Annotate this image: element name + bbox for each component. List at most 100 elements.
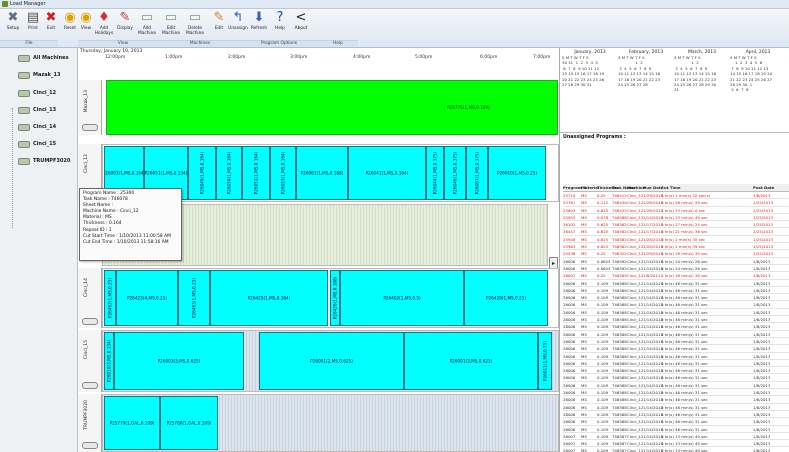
month-calendar[interactable]: February, 2013 S M T W T F S 1 2 3 4 5 6 …: [618, 50, 674, 94]
table-row[interactable]: 26006 MS 0.109 T46588 Cinci_12 1/14/2013 0 hr(…: [563, 396, 789, 404]
table-row[interactable]: 26006 MS 0.109 T46588 Cinci_12 1/14/2013 0 hr(…: [563, 411, 789, 419]
table-row[interactable]: 26006 MS 0.109 T46588 Cinci_12 1/14/2013 0 hr(…: [563, 294, 789, 302]
machine-item[interactable]: TRUMPF3020: [18, 157, 76, 166]
table-cell: 26006: [563, 295, 576, 301]
lane-pin-button[interactable]: [82, 382, 98, 389]
table-cell: 25761: [563, 200, 576, 206]
job-block[interactable]: P26462(1,MS,0.25): [104, 270, 116, 326]
machine-item[interactable]: Cinci_13: [18, 106, 76, 115]
job-block[interactable]: P26053(1,MS,0.164): [270, 146, 296, 200]
table-row[interactable]: 25963 MS 0.625 T46582 Cinci_12 1/28/2013 0 hr(…: [563, 243, 789, 251]
help-button[interactable]: ? Help: [269, 11, 291, 39]
job-label: P26423(4,MS,0.25): [126, 295, 168, 301]
job-block[interactable]: P26067(1,MS,0.375): [466, 146, 488, 200]
job-block[interactable]: P26046(1,MS,0.375): [444, 146, 466, 200]
table-cell: MS: [581, 200, 587, 206]
table-row[interactable]: 26447 MS 0.625 T46582 Cinci_12 1/17/2013 0 hr(…: [563, 228, 789, 236]
machine-item[interactable]: Mazak_13: [18, 71, 76, 80]
table-row[interactable]: 26006 MS 0.109 T46588 Cinci_12 1/14/2013 0 hr(…: [563, 338, 789, 346]
table-row[interactable]: 26006 MS 0.109 T46588 Cinci_12 1/14/2013 0 hr(…: [563, 353, 789, 360]
table-cell: 1/25/2013: [753, 214, 773, 220]
lane-pin-button[interactable]: [82, 442, 98, 449]
job-block[interactable]: P26050(1,MS,0.164): [216, 146, 242, 200]
refresh-button[interactable]: ⬇ Refresh: [248, 11, 270, 39]
table-cell: 1/14/2013: [643, 346, 663, 352]
month-calendar[interactable]: April, 2013 S M T W T F S 1 2 3 4 5 6 7 8…: [730, 50, 786, 94]
job-block[interactable]: P26423(4,MS,0.25): [116, 270, 178, 326]
month-calendar[interactable]: January, 2013 S M T W T F S 30 31 1 2 3 4 …: [562, 50, 618, 94]
table-row[interactable]: 26006 MS 0.109 T46588 Cinci_12 1/14/2013 0 hr(…: [563, 382, 789, 390]
job-block[interactable]: P26003(3,MS,0.625): [114, 332, 244, 390]
table-row[interactable]: 26007 MS 0.25 T46589 Cinci_12 1/8/2013 0 hr(s)…: [563, 272, 789, 280]
table-row[interactable]: 26006 MS 0.109 T46588 Cinci_12 1/14/2013 0 hr(…: [563, 367, 789, 375]
job-block[interactable]: P26010(1,MS,0.25): [488, 146, 546, 200]
table-row[interactable]: 26006 MS 0.109 T46588 Cinci_12 1/14/2013 0 hr(…: [563, 309, 789, 317]
table-row[interactable]: 25953 MS 0.078 T46588 Cinci_12 1/14/2013 0 hr(…: [563, 214, 789, 222]
table-cell: Cinci_12: [627, 236, 644, 242]
table-row[interactable]: 26006 MS 0.109 T46588 Cinci_12 1/14/2013 0 hr(…: [563, 418, 789, 426]
machine-item[interactable]: Cinci_14: [18, 123, 76, 132]
table-row[interactable]: 26006 MS 0.109 T46588 Cinci_12 1/14/2013 0 hr(…: [563, 426, 789, 433]
table-row[interactable]: 26006 MS 0.109 T46588 Cinci_12 1/14/2013 0 hr(…: [563, 280, 789, 287]
table-row[interactable]: 26006 MS 0.0625 T46592 Cinci_12 1/14/2013 0 hr…: [563, 258, 789, 265]
machine-item[interactable]: Cinci_15: [18, 140, 76, 149]
table-row[interactable]: 26006 MS 0.109 T46588 Cinci_12 1/14/2013 0 hr(…: [563, 404, 789, 411]
job-block[interactable]: P25779(1,GAL,0.109): [104, 396, 160, 450]
job-label: P26003(3,MS,0.625): [157, 358, 201, 364]
table-row[interactable]: 26007 MS 0.109 T46587 Cinci_12 1/14/2013 0 hr(…: [563, 433, 789, 441]
job-block[interactable]: P26425(1,MS,0.164): [210, 270, 328, 326]
job-block[interactable]: P26426(1,MS,0.188): [330, 270, 340, 326]
machine-icon: [18, 141, 30, 148]
table-row[interactable]: 26006 MS 0.109 T46588 Cinci_12 1/14/2013 0 hr(…: [563, 360, 789, 368]
job-block[interactable]: P26010(3,MS,0.134): [104, 332, 114, 390]
month-calendar[interactable]: March, 2013 S M T W T F S 1 2 3 4 5 6 7 8…: [674, 50, 730, 94]
table-row[interactable]: 26006 MS 0.109 T46588 Cinci_12 1/14/2013 0 hr(…: [563, 374, 789, 382]
column-header[interactable]: Cut Time: [661, 185, 681, 190]
setup-button[interactable]: ✖ Setup: [2, 11, 24, 39]
table-row[interactable]: 26007 MS 0.109 T46587 Cinci_12 1/14/2013 0 hr(…: [563, 440, 789, 448]
table-row[interactable]: 26006 MS 0.109 T46588 Cinci_12 1/14/2013 0 hr(…: [563, 389, 789, 397]
lane-pin-button[interactable]: [82, 124, 98, 131]
machine-item[interactable]: All Machines: [18, 54, 76, 63]
time-label: 2:00pm: [228, 55, 246, 60]
unassign-button[interactable]: ↰ Unassign: [227, 11, 249, 39]
job-block[interactable]: P26049(1,MS,0.164): [188, 146, 216, 200]
table-row[interactable]: 25538 MS 0.25 T46322 Cinci_12 1/29/2013 0 hr(s…: [563, 250, 789, 258]
add-machine-button[interactable]: ▭ Add Machine: [136, 11, 158, 39]
about-button[interactable]: < About: [290, 11, 312, 39]
display-button[interactable]: ✎ Display: [114, 11, 136, 39]
machine-item[interactable]: Cinci_12: [18, 89, 76, 98]
machine-label: Cinci_15: [33, 141, 57, 147]
lane-pin-button[interactable]: [82, 318, 98, 325]
table-row[interactable]: 26006 MS 0.109 T46588 Cinci_12 1/14/2013 0 hr(…: [563, 323, 789, 331]
table-row[interactable]: 26102 MS 0.625 T46582 Cinci_12 1/17/2013 0 hr(…: [563, 221, 789, 229]
delete-machine-button[interactable]: ▭ Delete Machine: [184, 11, 206, 39]
table-row[interactable]: 26006 MS 0.109 T46588 Cinci_12 1/14/2013 0 hr(…: [563, 331, 789, 338]
table-row[interactable]: 25948 MS 0.625 T46582 Cinci_12 1/28/2013 0 hr(…: [563, 236, 789, 244]
table-row[interactable]: 26006 MS 0.109 T46588 Cinci_12 1/14/2013 0 hr(…: [563, 316, 789, 324]
job-block[interactable]: P26041(1,MS,0.164): [348, 146, 426, 200]
table-row[interactable]: 26006 MS 0.109 T46588 Cinci_12 1/14/2013 0 hr(…: [563, 287, 789, 295]
table-row[interactable]: 25710 MS 0.25 T48412 Cinci_12 1/29/2013 6 hr(s…: [563, 192, 789, 200]
job-block-mazak[interactable]: P25775(1,MS,0.109): [106, 80, 558, 135]
column-header[interactable]: Post Date: [753, 185, 774, 190]
job-block[interactable]: P26001(2,MS,0.625): [259, 332, 404, 390]
table-row[interactable]: 26006 MS 0.109 T46588 Cinci_12 1/14/2013 0 hr(…: [563, 345, 789, 353]
holidays-button[interactable]: ♦ Add Holidays: [93, 11, 115, 39]
table-row[interactable]: 26007 MS 0.109 T46587 Cinci_12 1/14/2013 0 hr(…: [563, 447, 789, 452]
job-block[interactable]: P25780(1,GAL,0.109): [160, 396, 218, 450]
job-block[interactable]: P26044(1,MS,0.375): [426, 146, 444, 200]
table-row[interactable]: 26006 MS 0.0625 T46592 Cinci_12 1/14/2013 0 hr…: [563, 265, 789, 273]
job-block[interactable]: P26051(1,MS,0.164): [242, 146, 270, 200]
job-block[interactable]: P26011(1,MS,0.75): [538, 332, 552, 390]
table-row[interactable]: 25761 MS 0.112 T48430 Cinci_12 1/28/2013 0 hr(…: [563, 199, 789, 207]
job-block[interactable]: P26463(1,MS,0.25): [178, 270, 210, 326]
job-block[interactable]: P26402(1,MS,0.5): [340, 270, 464, 326]
lane-header-mazak: Mazak_13: [78, 80, 102, 135]
job-block[interactable]: P26429(1,MS,0.25): [464, 270, 548, 326]
table-row[interactable]: 25803 MS 0.625 T48432 Cinci_12 1/28/2013 2 hr(…: [563, 207, 789, 214]
job-block[interactable]: P26061(1,MS,0.188): [296, 146, 348, 200]
edit-machine-button[interactable]: ▭ Edit Machine: [160, 11, 182, 39]
job-block[interactable]: P26001(3,MS,0.625): [404, 332, 538, 390]
table-row[interactable]: 26006 MS 0.109 T46588 Cinci_12 1/14/2013 0 hr(…: [563, 301, 789, 309]
